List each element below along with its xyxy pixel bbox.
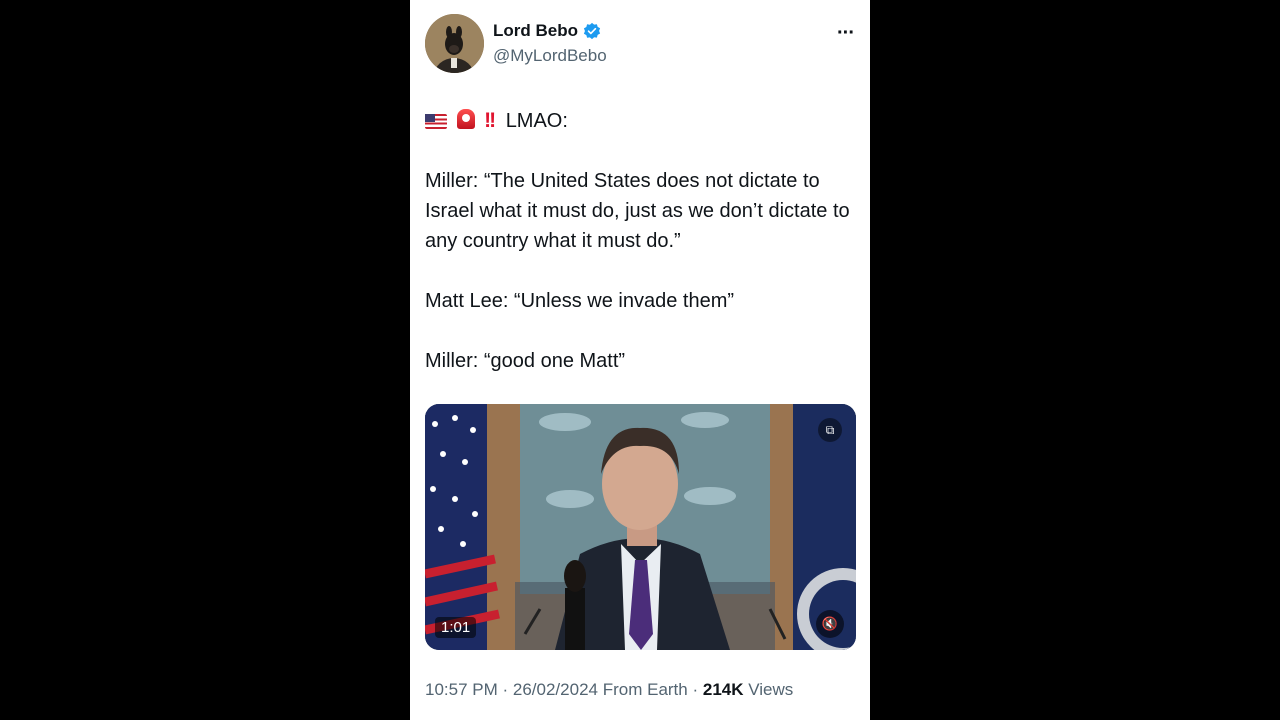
- tweet-meta: 10:57 PM · 26/02/2024 From Earth · 214K …: [425, 680, 793, 700]
- author-display-name[interactable]: Lord Bebo: [493, 21, 578, 41]
- headline-text: LMAO:: [505, 110, 568, 132]
- double-exclamation-emoji: !!: [484, 109, 496, 132]
- flag-us-emoji: [425, 114, 447, 129]
- tweet-headline: !! LMAO:: [425, 106, 861, 136]
- author-info: Lord Bebo @MyLordBebo: [493, 21, 607, 66]
- picture-in-picture-icon[interactable]: ⧉: [818, 418, 842, 442]
- avatar[interactable]: [425, 14, 484, 73]
- views-label: Views: [748, 680, 794, 699]
- tweet-date[interactable]: 26/02/2024: [513, 680, 598, 699]
- author-handle[interactable]: @MyLordBebo: [493, 46, 607, 66]
- separator: ·: [692, 680, 703, 699]
- video-duration: 1:01: [435, 617, 477, 638]
- police-siren-emoji: [456, 109, 475, 129]
- tweet-card: Lord Bebo @MyLordBebo ··· !! LMAO: Mille…: [410, 0, 870, 720]
- speaker-mute-icon[interactable]: 🔇: [816, 610, 844, 638]
- tweet-paragraph: Matt Lee: “Unless we invade them”: [425, 290, 735, 312]
- views-count: 214K: [702, 680, 744, 699]
- tweet-source: From Earth: [602, 680, 688, 699]
- tweet-paragraph: Miller: “The United States does not dict…: [425, 170, 850, 252]
- video-frame: [425, 404, 856, 650]
- tweet-header: Lord Bebo @MyLordBebo ···: [425, 14, 858, 74]
- separator: ·: [502, 680, 513, 699]
- tweet-paragraph: Miller: “good one Matt”: [425, 350, 626, 372]
- avatar-image: [425, 14, 484, 73]
- video-player[interactable]: ⧉ 1:01 🔇: [425, 404, 856, 650]
- tweet-text: !! LMAO: Miller: “The United States does…: [425, 106, 861, 376]
- verified-badge-icon: [583, 22, 601, 40]
- tweet-time[interactable]: 10:57 PM: [425, 680, 498, 699]
- more-options-icon[interactable]: ···: [837, 22, 855, 45]
